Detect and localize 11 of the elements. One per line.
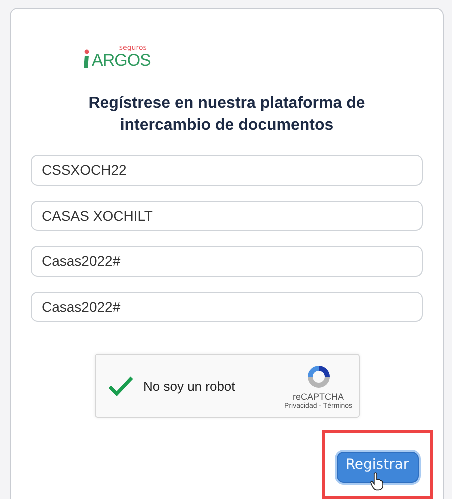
hand-cursor-icon: [370, 472, 384, 492]
input-field[interactable]: Casas2022#: [31, 292, 423, 322]
register-button[interactable]: Registrar: [336, 452, 418, 484]
captcha-label: No soy un robot: [144, 378, 236, 394]
input-field[interactable]: Casas2022#: [31, 246, 423, 277]
input-field[interactable]: CSSXOCH22: [31, 155, 423, 186]
checkmark-icon[interactable]: [108, 375, 134, 398]
logo-wordmark: ARGOS: [92, 52, 151, 69]
recaptcha-label: reCAPTCHA: [293, 392, 344, 402]
input-field[interactable]: CASAS XOCHILT: [31, 200, 423, 232]
page-heading: Regístrese en nuestra plataforma de intercambio de documentos: [88, 94, 366, 136]
